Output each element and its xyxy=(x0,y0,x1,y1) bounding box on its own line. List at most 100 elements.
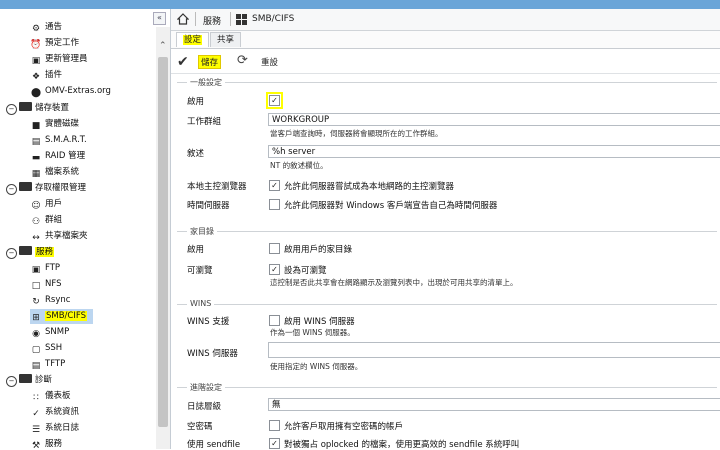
advanced-settings-section: 進階設定 xyxy=(177,382,717,393)
sidebar-item[interactable]: ✓ 系統資訊 xyxy=(30,405,79,420)
section-legend: WINS xyxy=(187,299,215,308)
enable-checkbox[interactable] xyxy=(266,92,283,109)
description-help: NT 的敘述欄位。 xyxy=(270,161,328,170)
chevron-up-icon[interactable]: ⌃ xyxy=(159,41,167,51)
sidebar-item[interactable]: ■ 實體磁碟 xyxy=(30,117,79,132)
refresh-icon[interactable]: ⟳ xyxy=(237,53,248,68)
workgroup-help: 當客戶端查詢時，伺服器將會顯現所在的工作群組。 xyxy=(270,129,443,138)
time-server-text: 允許此伺服器對 Windows 客戶端宣告自己為時間伺服器 xyxy=(284,201,498,211)
sidebar-item[interactable]: ⚙ 通告 xyxy=(30,20,62,35)
wins-support-label: WINS 支援 xyxy=(187,317,230,327)
dashboard-icon: ∷ xyxy=(33,393,39,403)
collapse-folder-icon[interactable]: − xyxy=(6,184,17,195)
sidebar-item-label: 實體磁碟 xyxy=(45,119,80,129)
sidebar-item-label: 預定工作 xyxy=(45,38,80,48)
log-level-select[interactable]: 無 xyxy=(268,398,720,411)
home-enable-checkbox[interactable] xyxy=(269,243,280,254)
sidebar-item-label: SNMP xyxy=(45,327,70,337)
sidebar-item[interactable]: ▦ 檔案系統 xyxy=(30,165,79,180)
null-password-text: 允許客戶取用擁有空密碼的帳戶 xyxy=(284,422,404,432)
sidebar-item[interactable]: ▣ FTP xyxy=(30,261,60,276)
sidebar-item[interactable]: ⏰ 預定工作 xyxy=(30,36,79,51)
local-master-label: 本地主控瀏覽器 xyxy=(187,182,247,192)
home-enable-text: 啟用用戶的家目錄 xyxy=(284,245,353,255)
sidebar-item[interactable]: ▤ S.M.A.R.T. xyxy=(30,133,87,148)
sidebar-item[interactable]: ☺ 用戶 xyxy=(30,197,62,212)
sidebar-folder[interactable]: − 儲存裝置 xyxy=(6,101,69,116)
save-button[interactable]: 儲存 xyxy=(198,55,222,69)
sidebar-item[interactable]: ▤ TFTP xyxy=(30,357,66,372)
workgroup-label: 工作群組 xyxy=(187,117,222,127)
wins-server-label: WINS 伺服器 xyxy=(187,349,238,359)
sidebar-item-label: SMB/CIFS xyxy=(45,311,88,321)
wins-server-input[interactable] xyxy=(268,342,720,358)
browsable-checkbox[interactable] xyxy=(269,264,280,275)
sidebar-item[interactable]: □ NFS xyxy=(30,277,62,292)
browsable-text: 設為可瀏覽 xyxy=(284,266,327,276)
workgroup-input[interactable]: WORKGROUP xyxy=(268,113,720,126)
share-icon: ↔ xyxy=(32,233,40,243)
sidebar-item-label: 更新管理員 xyxy=(45,54,88,64)
time-server-label: 時間伺服器 xyxy=(187,201,230,211)
ssh-icon: ▢ xyxy=(31,345,41,355)
null-password-label: 空密碼 xyxy=(187,422,213,432)
sidebar-item[interactable]: ↻ Rsync xyxy=(30,293,70,308)
sidebar-item[interactable]: ▣ 更新管理員 xyxy=(30,52,88,67)
section-legend: 一般設定 xyxy=(187,77,225,88)
local-master-checkbox[interactable] xyxy=(269,180,280,191)
sidebar-item-label: OMV-Extras.org xyxy=(45,86,111,96)
collapse-folder-icon[interactable]: − xyxy=(6,376,17,387)
sidebar-folder[interactable]: − 診斷 xyxy=(6,373,52,388)
sendfile-checkbox[interactable] xyxy=(269,438,280,449)
null-password-checkbox[interactable] xyxy=(269,420,280,431)
filesystem-icon: ▦ xyxy=(31,169,41,179)
sidebar-item[interactable]: ∷ 儀表板 xyxy=(30,389,70,404)
sidebar-item-label: 系統日誌 xyxy=(45,423,80,433)
sidebar-item[interactable]: ⚒ 服務 xyxy=(30,437,62,449)
sidebar-item-label: TFTP xyxy=(45,359,66,369)
snmp-icon: ◉ xyxy=(32,329,40,339)
sysinfo-icon: ✓ xyxy=(32,409,40,419)
breadcrumb: 服務 SMB/CIFS xyxy=(171,9,720,31)
sidebar-item[interactable]: ⊞ SMB/CIFS xyxy=(30,309,94,324)
collapse-folder-icon[interactable]: − xyxy=(6,104,17,115)
sidebar-folder[interactable]: − 存取權限管理 xyxy=(6,181,86,196)
section-legend: 家目錄 xyxy=(187,226,217,237)
reset-button[interactable]: 重設 xyxy=(261,56,278,68)
sidebar-item[interactable]: ⚇ 群組 xyxy=(30,213,62,228)
sidebar-item-label: 服務 xyxy=(45,439,63,449)
home-icon[interactable] xyxy=(177,13,189,25)
scrollbar-thumb[interactable] xyxy=(158,57,168,427)
description-input[interactable]: %h server xyxy=(268,145,720,158)
sidebar-item[interactable]: ❖ 插件 xyxy=(30,68,62,83)
toolbar: ✔ 儲存 ⟳ 重設 xyxy=(171,51,720,74)
breadcrumb-services[interactable]: 服務 xyxy=(203,14,221,27)
sidebar-item-label: RAID 管理 xyxy=(45,151,86,161)
log-level-label: 日誌層級 xyxy=(187,402,222,412)
sidebar-item[interactable]: ⬤ OMV-Extras.org xyxy=(30,84,111,99)
sidebar-item-label: S.M.A.R.T. xyxy=(45,135,87,145)
home-enable-label: 啟用 xyxy=(187,245,205,255)
wins-section: WINS xyxy=(177,299,717,308)
sidebar-folder[interactable]: − 服務 xyxy=(6,245,55,260)
sendfile-label: 使用 sendfile xyxy=(187,440,241,450)
time-server-checkbox[interactable] xyxy=(269,199,280,210)
description-label: 敘述 xyxy=(187,149,205,159)
tab-settings[interactable]: 設定 xyxy=(176,32,210,47)
tab-shares[interactable]: 共享 xyxy=(210,32,242,47)
sidebar-item[interactable]: ▬ RAID 管理 xyxy=(30,149,85,164)
sidebar-item[interactable]: ↔ 共享檔案夾 xyxy=(30,229,87,244)
collapse-sidebar-button[interactable]: « xyxy=(153,12,166,25)
sidebar-item[interactable]: ☰ 系統日誌 xyxy=(30,421,79,436)
log-icon: ☰ xyxy=(31,425,41,435)
sidebar-scrollbar[interactable]: ⌃ xyxy=(156,27,170,449)
sidebar-item[interactable]: ◉ SNMP xyxy=(30,325,69,340)
sidebar-item-label: 儲存裝置 xyxy=(35,103,70,113)
sidebar-item-label: 診斷 xyxy=(35,375,53,385)
collapse-folder-icon[interactable]: − xyxy=(6,248,17,259)
checkmark-icon[interactable]: ✔ xyxy=(177,54,189,70)
section-legend: 進階設定 xyxy=(187,382,225,393)
rsync-icon: ↻ xyxy=(32,297,40,307)
sidebar-item[interactable]: ▢ SSH xyxy=(30,341,62,356)
wins-support-checkbox[interactable] xyxy=(269,315,280,326)
